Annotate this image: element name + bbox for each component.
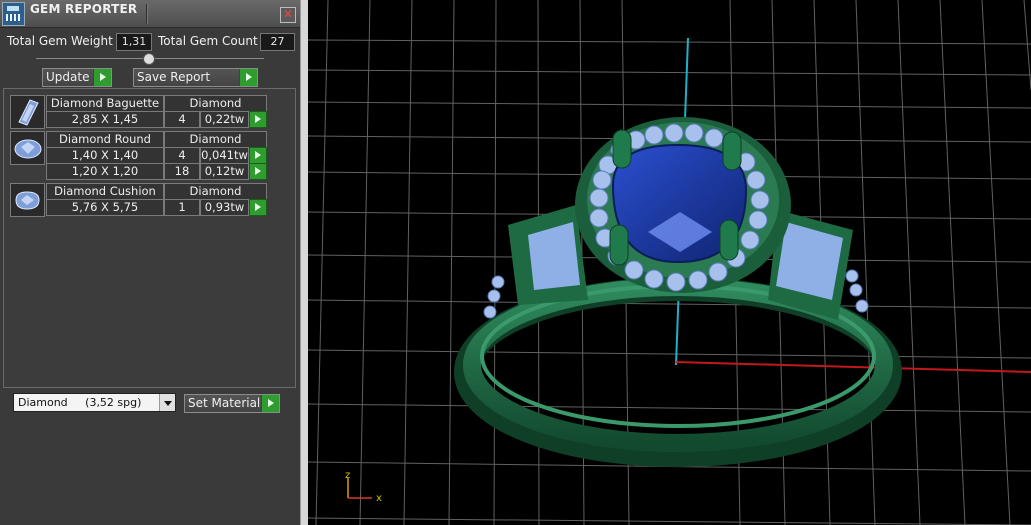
baguette-gem-icon[interactable]: [10, 95, 45, 129]
update-button-label: Update: [46, 70, 90, 84]
select-gem-arrow-button[interactable]: [249, 163, 267, 180]
material-select[interactable]: Diamond (3,52 spg): [13, 393, 176, 412]
gem-material: Diamond: [164, 183, 267, 200]
gem-name: Diamond Round: [46, 131, 164, 148]
cushion-gem-icon[interactable]: [10, 183, 45, 217]
total-gem-count-value: 27: [260, 33, 295, 51]
gem-weight: 0,12tw: [200, 163, 249, 180]
select-gem-arrow-button[interactable]: [249, 147, 267, 164]
chevron-down-icon[interactable]: [159, 394, 175, 411]
gem-size: 1,40 X 1,40: [46, 147, 164, 164]
total-gem-count-label: Total Gem Count: [158, 34, 258, 48]
gem-size: 1,20 X 1,20: [46, 163, 164, 180]
gem-material: Diamond: [164, 95, 267, 112]
set-material-button[interactable]: Set Material: [184, 394, 280, 413]
select-gem-arrow-button[interactable]: [249, 111, 267, 128]
total-gem-weight-label: Total Gem Weight: [7, 34, 113, 48]
round-gem-icon[interactable]: [10, 131, 45, 165]
axis-z-label: z: [345, 470, 350, 481]
gem-weight: 0,22tw: [200, 111, 249, 128]
gem-quantity: 18: [164, 163, 200, 180]
title-separator: [146, 4, 148, 24]
gem-reporter-app-icon: [2, 2, 25, 26]
set-material-button-label: Set Material: [188, 396, 261, 410]
gem-weight: 0,041tw: [200, 147, 249, 164]
play-arrow-icon: [261, 395, 279, 412]
x-axis-line: [675, 361, 1031, 373]
gem-name: Diamond Baguette: [46, 95, 164, 112]
gem-size: 2,85 X 1,45: [46, 111, 164, 128]
title-bar: GEM REPORTER ✕: [0, 0, 300, 28]
gem-name: Diamond Cushion: [46, 183, 164, 200]
3d-viewport[interactable]: z x: [308, 0, 1031, 525]
axis-x-label: x: [376, 493, 382, 504]
total-gem-weight-value: 1,31: [116, 33, 152, 51]
material-select-value: Diamond (3,52 spg): [18, 396, 142, 409]
gem-quantity: 1: [164, 199, 200, 216]
update-button[interactable]: Update: [42, 68, 112, 87]
select-gem-arrow-button[interactable]: [249, 199, 267, 216]
gem-reporter-panel: GEM REPORTER ✕ Total Gem Weight 1,31 Tot…: [0, 0, 300, 525]
gem-size: 5,76 X 5,75: [46, 199, 164, 216]
gem-quantity: 4: [164, 111, 200, 128]
play-arrow-icon: [239, 69, 257, 86]
close-button[interactable]: ✕: [280, 7, 296, 23]
gem-weight: 0,93tw: [200, 199, 249, 216]
panel-splitter-handle[interactable]: [143, 53, 155, 65]
axis-gizmo: z x: [345, 470, 382, 504]
save-report-button-label: Save Report: [137, 70, 211, 84]
window-title: GEM REPORTER: [30, 2, 138, 16]
3d-scene: z x: [308, 0, 1031, 525]
save-report-button[interactable]: Save Report: [133, 68, 258, 87]
gem-quantity: 4: [164, 147, 200, 164]
gem-material: Diamond: [164, 131, 267, 148]
play-arrow-icon: [93, 69, 111, 86]
